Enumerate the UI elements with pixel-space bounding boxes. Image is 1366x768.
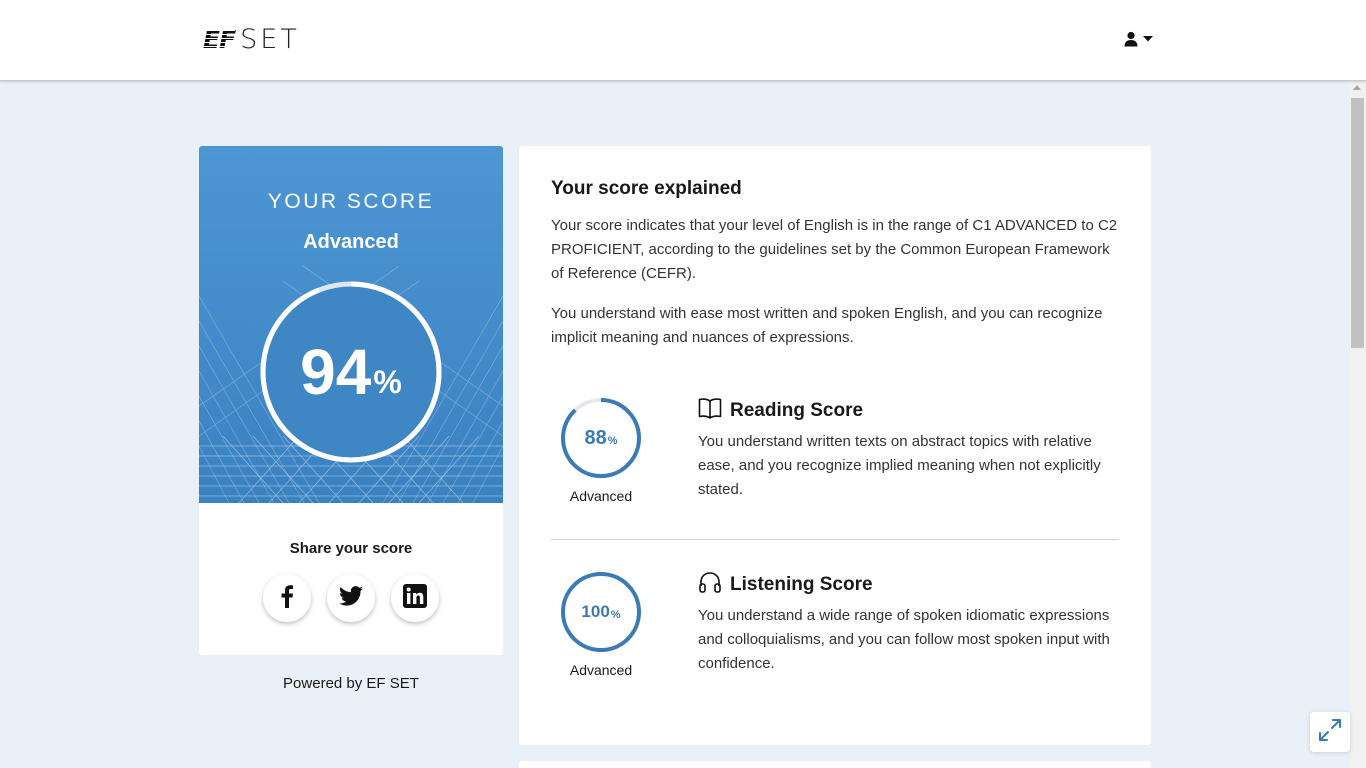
user-icon bbox=[1123, 31, 1139, 47]
reading-score-heading: Reading Score bbox=[698, 397, 863, 424]
reading-score-level: Advanced bbox=[569, 488, 633, 504]
score-explanation-card: Your score explained Your score indicate… bbox=[519, 146, 1151, 745]
twitter-icon bbox=[339, 585, 363, 611]
share-section: Share your score bbox=[199, 503, 503, 655]
listening-score-title: Listening Score bbox=[730, 573, 873, 595]
caret-down-icon bbox=[1143, 36, 1153, 42]
facebook-icon bbox=[280, 584, 294, 613]
expand-icon bbox=[1317, 717, 1343, 748]
listening-score-description: You understand a wide range of spoken id… bbox=[698, 607, 1110, 672]
book-icon bbox=[698, 397, 722, 424]
expand-button[interactable] bbox=[1310, 712, 1350, 752]
reading-score-value: 88% bbox=[560, 397, 642, 479]
logo-set-text: SET bbox=[240, 24, 300, 55]
score-level: Advanced bbox=[303, 231, 399, 253]
reading-score-description: You understand written texts on abstract… bbox=[698, 433, 1101, 498]
overall-score-percent: % bbox=[373, 364, 402, 400]
score-title: YOUR SCORE bbox=[267, 190, 435, 213]
share-label: Share your score bbox=[289, 540, 413, 557]
listening-score-level: Advanced bbox=[569, 662, 633, 678]
scrollbar-thumb[interactable] bbox=[1351, 98, 1364, 348]
share-facebook-button[interactable] bbox=[263, 574, 311, 622]
next-card-peek bbox=[519, 761, 1151, 768]
listening-score-value: 100% bbox=[560, 571, 642, 653]
score-hero: YOUR SCORE Advanced 94% bbox=[199, 146, 503, 503]
reading-score-number: 88 bbox=[584, 426, 607, 449]
powered-by-text: Powered by EF SET bbox=[283, 675, 419, 692]
ef-set-logo[interactable]: EF SET bbox=[203, 26, 300, 54]
score-card: YOUR SCORE Advanced 94% Share your score bbox=[199, 146, 503, 655]
overall-score-number: 94 bbox=[300, 336, 372, 408]
top-navigation-bar: EF SET bbox=[0, 0, 1366, 81]
explanation-paragraph-2: You understand with ease most written an… bbox=[551, 305, 1103, 346]
section-divider bbox=[551, 539, 1119, 540]
listening-score-number: 100 bbox=[581, 602, 610, 621]
scroll-up-arrow-icon[interactable] bbox=[1353, 85, 1361, 90]
logo-ef-mark: EF bbox=[203, 25, 236, 54]
user-menu-button[interactable] bbox=[1123, 31, 1153, 47]
linkedin-icon bbox=[403, 583, 427, 613]
explanation-title: Your score explained bbox=[551, 178, 742, 199]
reading-score-title: Reading Score bbox=[730, 399, 864, 421]
overall-score-value: 94% bbox=[259, 280, 443, 464]
share-twitter-button[interactable] bbox=[327, 574, 375, 622]
explanation-paragraph-1: Your score indicates that your level of … bbox=[551, 217, 1118, 282]
listening-score-percent: % bbox=[610, 609, 621, 621]
headphones-icon bbox=[698, 570, 722, 599]
share-linkedin-button[interactable] bbox=[391, 574, 439, 622]
listening-score-heading: Listening Score bbox=[698, 570, 873, 599]
reading-score-percent: % bbox=[607, 435, 618, 447]
vertical-scrollbar[interactable] bbox=[1349, 81, 1366, 768]
